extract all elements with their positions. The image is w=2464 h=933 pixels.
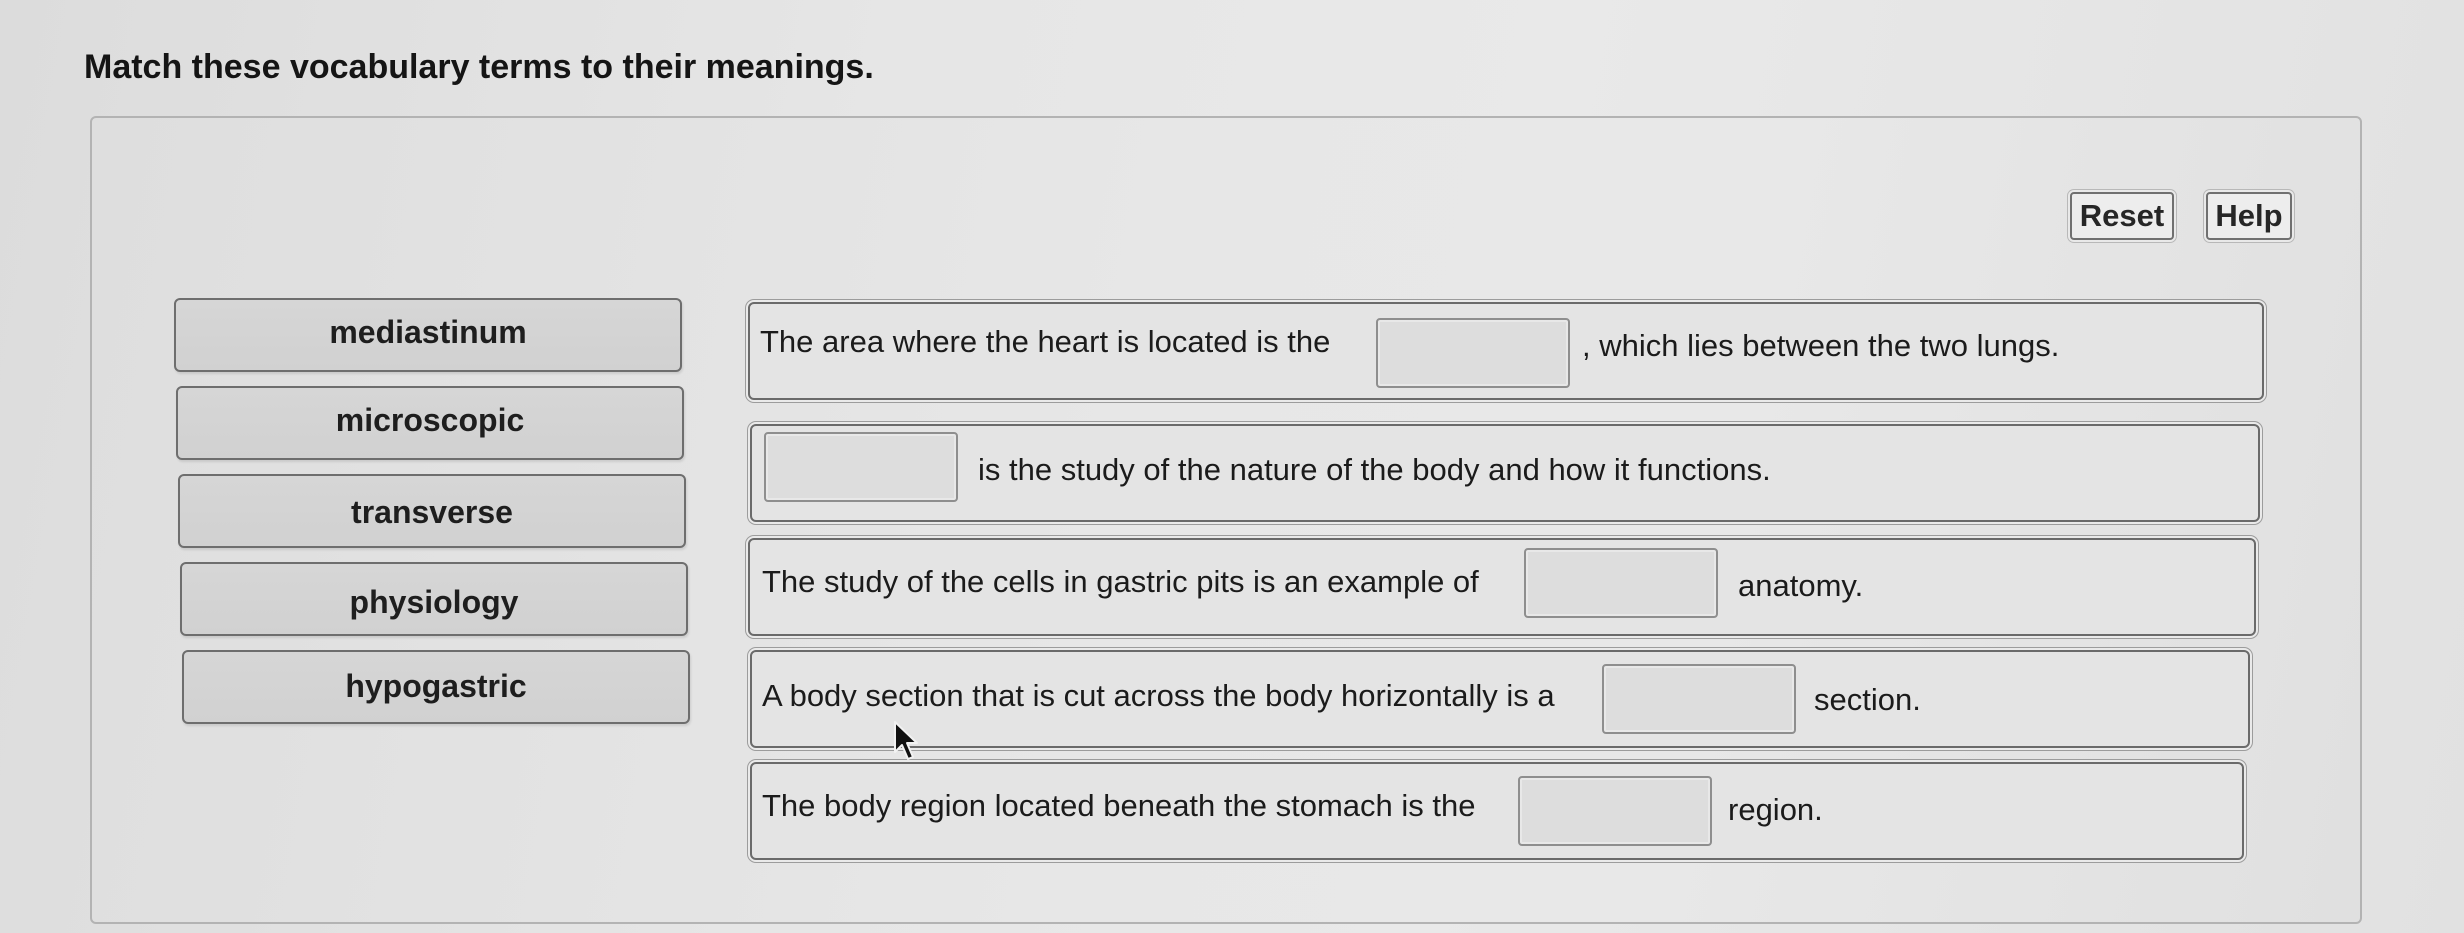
reset-button[interactable]: Reset (2070, 192, 2174, 240)
term-transverse[interactable]: transverse (178, 474, 686, 548)
sentence-2-text-after: is the study of the nature of the body a… (978, 452, 1771, 487)
drop-target-1[interactable] (1376, 318, 1570, 388)
drop-target-3[interactable] (1524, 548, 1718, 618)
mouse-pointer-icon (894, 721, 918, 760)
sentence-row-2: is the study of the nature of the body a… (750, 424, 2260, 522)
term-mediastinum[interactable]: mediastinum (174, 298, 682, 372)
sentence-row-1: The area where the heart is located is t… (748, 302, 2264, 400)
drop-target-5[interactable] (1518, 776, 1712, 846)
sentence-1-text-after: , which lies between the two lungs. (1582, 328, 2060, 363)
sentence-4-text-before: A body section that is cut across the bo… (762, 678, 1555, 713)
sentence-1-text-before: The area where the heart is located is t… (760, 324, 1331, 359)
sentence-3-text-before: The study of the cells in gastric pits i… (762, 564, 1479, 599)
drop-target-4[interactable] (1602, 664, 1796, 734)
term-hypogastric[interactable]: hypogastric (182, 650, 690, 724)
sentence-3-text-after: anatomy. (1738, 568, 1864, 603)
sentence-4-text-after: section. (1814, 682, 1921, 717)
term-physiology[interactable]: physiology (180, 562, 688, 636)
sentence-row-4: A body section that is cut across the bo… (750, 650, 2250, 748)
sentence-row-5: The body region located beneath the stom… (750, 762, 2244, 860)
sentence-row-3: The study of the cells in gastric pits i… (748, 538, 2256, 636)
sentence-5-text-before: The body region located beneath the stom… (762, 788, 1476, 823)
term-microscopic[interactable]: microscopic (176, 386, 684, 460)
sentence-5-text-after: region. (1728, 792, 1823, 827)
help-button[interactable]: Help (2206, 192, 2292, 240)
drop-target-2[interactable] (764, 432, 958, 502)
instructions-heading: Match these vocabulary terms to their me… (84, 48, 874, 86)
